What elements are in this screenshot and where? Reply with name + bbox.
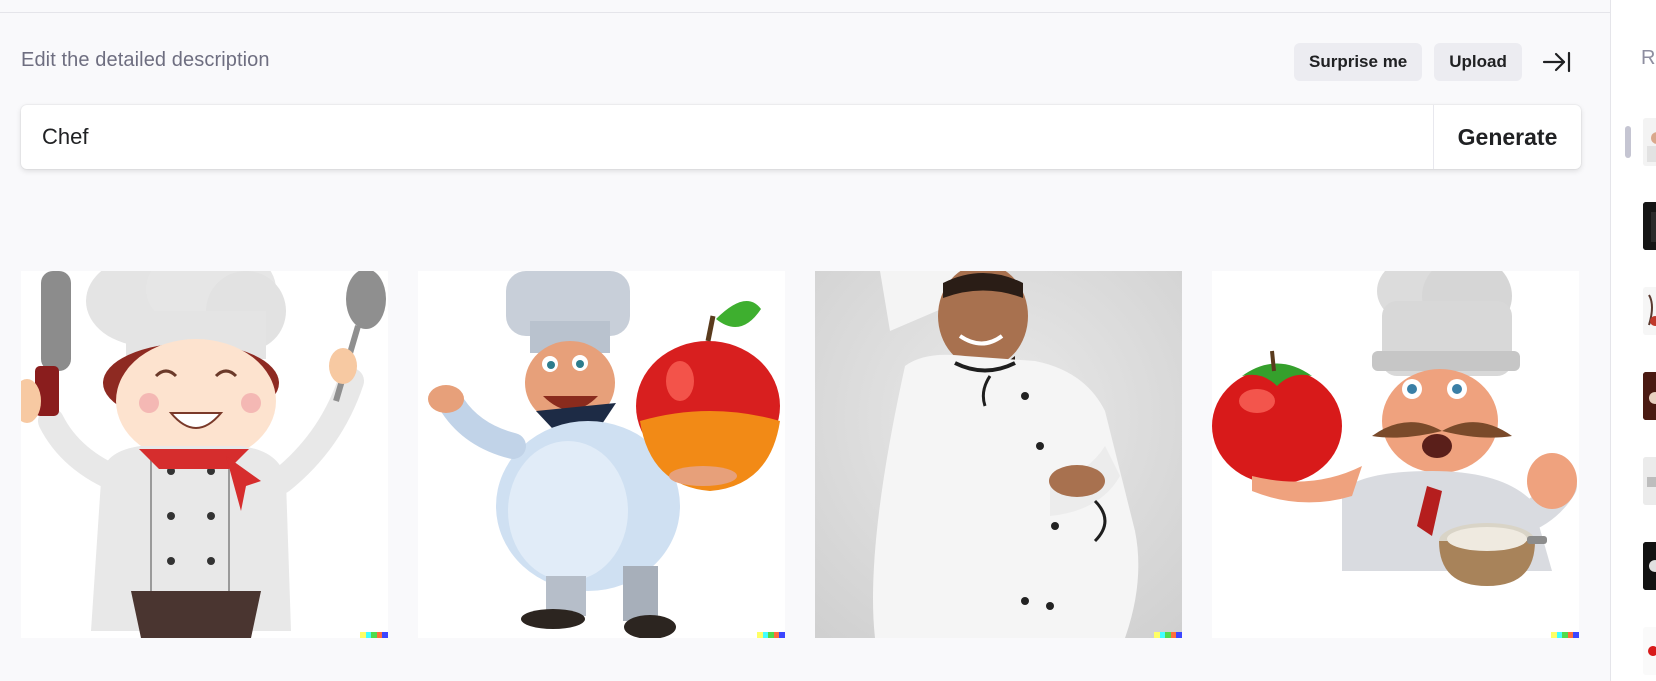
history-title: R	[1641, 47, 1656, 69]
badge-strip	[757, 632, 785, 638]
chef-photo-image	[815, 271, 1182, 638]
main-panel: Edit the detailed description Surprise m…	[0, 0, 1610, 681]
prompt-input[interactable]	[21, 105, 1433, 169]
results-grid	[21, 271, 1579, 638]
history-thumbnail-image	[1643, 372, 1656, 420]
upload-button[interactable]: Upload	[1434, 43, 1522, 81]
history-thumbnail[interactable]	[1643, 542, 1656, 590]
history-thumbnail-image	[1643, 542, 1656, 590]
result-image[interactable]	[1212, 271, 1579, 638]
history-thumbnail[interactable]	[1643, 372, 1656, 420]
history-thumbnail[interactable]	[1643, 457, 1656, 505]
history-thumbnail-image	[1643, 457, 1656, 505]
header-actions: Surprise me Upload	[1294, 43, 1574, 81]
result-image[interactable]	[418, 271, 785, 638]
history-thumbnail-image	[1643, 287, 1656, 335]
generate-button[interactable]: Generate	[1433, 105, 1581, 169]
history-thumbnail[interactable]	[1643, 627, 1656, 675]
history-thumbnail-image	[1643, 118, 1656, 166]
badge-color	[1176, 632, 1182, 638]
history-sidebar: R	[1610, 0, 1656, 681]
page: Edit the detailed description Surprise m…	[0, 0, 1656, 681]
badge-color	[382, 632, 388, 638]
badge-strip	[1154, 632, 1182, 638]
badge-color	[779, 632, 785, 638]
chef-with-tomato-image	[1212, 271, 1579, 638]
result-image[interactable]	[21, 271, 388, 638]
prompt-bar: Generate	[21, 105, 1581, 169]
badge-color	[1573, 632, 1579, 638]
history-thumbnail[interactable]	[1643, 202, 1656, 250]
arrow-right-to-bar-icon[interactable]	[1540, 45, 1574, 79]
cartoon-chef-image	[21, 271, 388, 638]
history-thumbnail[interactable]	[1643, 118, 1656, 166]
description-label: Edit the detailed description	[21, 49, 270, 71]
history-thumbnail[interactable]	[1643, 287, 1656, 335]
result-image[interactable]	[815, 271, 1182, 638]
surprise-me-button[interactable]: Surprise me	[1294, 43, 1423, 81]
history-thumbnail-image	[1643, 627, 1656, 675]
history-thumbnail-image	[1643, 202, 1656, 250]
badge-strip	[1551, 632, 1579, 638]
badge-strip	[360, 632, 388, 638]
chef-with-apple-image	[418, 271, 785, 638]
sidebar-scrollbar[interactable]	[1625, 126, 1631, 158]
